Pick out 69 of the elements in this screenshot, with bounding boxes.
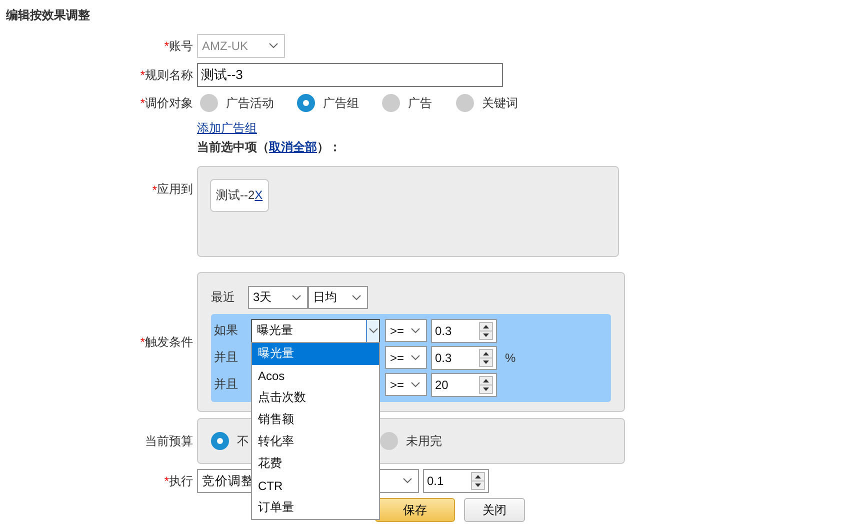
connector-label: 并且 xyxy=(214,349,239,366)
spinner-icon[interactable] xyxy=(471,472,485,490)
rule-name-field[interactable]: 测试--3 xyxy=(197,63,503,87)
amount-field[interactable]: 0.1 xyxy=(423,469,489,493)
value-field[interactable]: 0.3 xyxy=(431,346,497,370)
dropdown-option[interactable]: CTR xyxy=(252,474,379,496)
operator-select[interactable]: >= xyxy=(385,346,427,369)
chevron-icon xyxy=(411,382,420,388)
selection-label-end: ）： xyxy=(317,139,341,155)
page-title: 编辑按效果调整 xyxy=(4,7,91,24)
value-field[interactable]: 0.3 xyxy=(431,318,497,342)
chevron-icon xyxy=(269,43,278,49)
aggregate-select[interactable]: 日均 xyxy=(308,286,368,309)
close-button[interactable]: 关闭 xyxy=(464,498,525,522)
radio-label: 广告活动 xyxy=(226,94,274,112)
ad-group-chip: 测试--2X xyxy=(210,179,269,212)
radio-button[interactable] xyxy=(297,94,315,112)
radio-label: 关键词 xyxy=(482,94,518,112)
unit-label: % xyxy=(505,350,516,364)
add-ad-group-link[interactable]: 添加广告组 xyxy=(197,121,257,135)
radio-label: 不 xyxy=(237,432,249,450)
radio-label: 广告组 xyxy=(323,94,359,112)
dropdown-option[interactable]: 花费 xyxy=(252,452,379,474)
save-button[interactable]: 保存 xyxy=(375,498,455,522)
dropdown-option[interactable]: 曝光量 xyxy=(252,342,379,364)
period-label: 最近 xyxy=(211,289,236,306)
field-label: 当前预算 xyxy=(145,432,193,450)
required-mark: * xyxy=(140,68,145,82)
radio-label: 未用完 xyxy=(406,432,442,450)
chevron-icon xyxy=(352,294,361,300)
chevron-icon xyxy=(292,294,301,300)
days-select[interactable]: 3天 xyxy=(248,286,308,309)
chevron-icon xyxy=(403,478,412,484)
radio-button[interactable] xyxy=(200,94,218,112)
radio-button[interactable] xyxy=(382,94,400,112)
field-label: 账号 xyxy=(169,38,193,54)
field-label: 规则名称 xyxy=(145,66,193,84)
required-mark: * xyxy=(140,335,145,349)
operator-select[interactable]: >= xyxy=(385,319,427,342)
dropdown-option[interactable]: Acos xyxy=(252,364,379,386)
connector-label: 并且 xyxy=(214,376,239,393)
chevron-icon xyxy=(411,354,420,360)
chevron-icon xyxy=(411,328,420,334)
field-label: 应用到 xyxy=(157,181,193,198)
clear-all-link[interactable]: 取消全部 xyxy=(269,139,317,155)
required-mark: * xyxy=(140,96,145,110)
radio-button[interactable] xyxy=(211,432,229,450)
required-mark: * xyxy=(152,182,157,196)
required-mark: * xyxy=(164,39,169,53)
dropdown-option[interactable]: 点击次数 xyxy=(252,386,379,408)
field-label: 执行 xyxy=(169,472,193,490)
radio-button[interactable] xyxy=(456,94,474,112)
connector-label: 如果 xyxy=(214,322,239,339)
operator-select[interactable]: >= xyxy=(385,373,427,396)
dropdown-option[interactable]: 销售额 xyxy=(252,408,379,430)
metric-select[interactable]: 曝光量 xyxy=(251,318,380,342)
field-label: 调价对象 xyxy=(145,94,193,112)
field-label: 触发条件 xyxy=(145,334,193,350)
chevron-icon xyxy=(368,328,378,334)
spinner-icon[interactable] xyxy=(479,348,493,366)
remove-link[interactable]: X xyxy=(254,188,263,202)
spinner-icon[interactable] xyxy=(479,322,493,340)
spinner-icon[interactable] xyxy=(479,376,493,394)
radio-label: 广告 xyxy=(408,94,432,112)
radio-button[interactable] xyxy=(380,432,398,450)
dropdown-option[interactable]: 转化率 xyxy=(252,430,379,452)
selection-label: 当前选中项（ xyxy=(197,139,269,155)
required-mark: * xyxy=(164,474,169,488)
value-field[interactable]: 20 xyxy=(431,372,497,396)
